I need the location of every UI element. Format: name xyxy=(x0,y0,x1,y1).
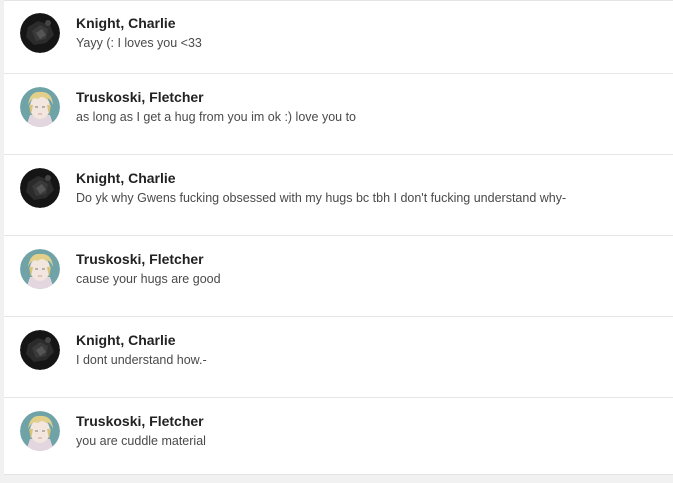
author-name[interactable]: Truskoski, Fletcher xyxy=(76,413,204,429)
message-text: Yayy (: I loves you <33 xyxy=(76,36,202,50)
author-name[interactable]: Truskoski, Fletcher xyxy=(76,251,204,267)
avatar-image-icon xyxy=(20,330,60,370)
list-item[interactable]: Knight, Charlie Yayy (: I loves you <33 xyxy=(4,1,673,74)
message-text: I dont understand how.- xyxy=(76,353,207,367)
list-item[interactable]: Knight, Charlie Do yk why Gwens fucking … xyxy=(4,155,673,236)
author-name[interactable]: Knight, Charlie xyxy=(76,15,176,31)
avatar[interactable] xyxy=(20,13,60,53)
avatar[interactable] xyxy=(20,411,60,451)
list-item[interactable]: Knight, Charlie I dont understand how.- xyxy=(4,317,673,398)
avatar-image-icon xyxy=(20,411,60,451)
message-text: you are cuddle material xyxy=(76,434,206,448)
list-item[interactable]: Truskoski, Fletcher you are cuddle mater… xyxy=(4,398,673,476)
author-name[interactable]: Knight, Charlie xyxy=(76,332,176,348)
avatar-image-icon xyxy=(20,87,60,127)
author-name[interactable]: Knight, Charlie xyxy=(76,170,176,186)
avatar[interactable] xyxy=(20,330,60,370)
list-item[interactable]: Truskoski, Fletcher as long as I get a h… xyxy=(4,74,673,155)
message-text: cause your hugs are good xyxy=(76,272,221,286)
avatar[interactable] xyxy=(20,168,60,208)
list-item[interactable]: Truskoski, Fletcher cause your hugs are … xyxy=(4,236,673,317)
avatar-image-icon xyxy=(20,13,60,53)
avatar-image-icon xyxy=(20,249,60,289)
avatar-image-icon xyxy=(20,168,60,208)
message-text: as long as I get a hug from you im ok :)… xyxy=(76,110,357,124)
avatar[interactable] xyxy=(20,87,60,127)
message-text: Do yk why Gwens fucking obsessed with my… xyxy=(76,191,567,205)
author-name[interactable]: Truskoski, Fletcher xyxy=(76,89,204,105)
avatar[interactable] xyxy=(20,249,60,289)
message-list: Knight, Charlie Yayy (: I loves you <33 … xyxy=(4,0,673,475)
